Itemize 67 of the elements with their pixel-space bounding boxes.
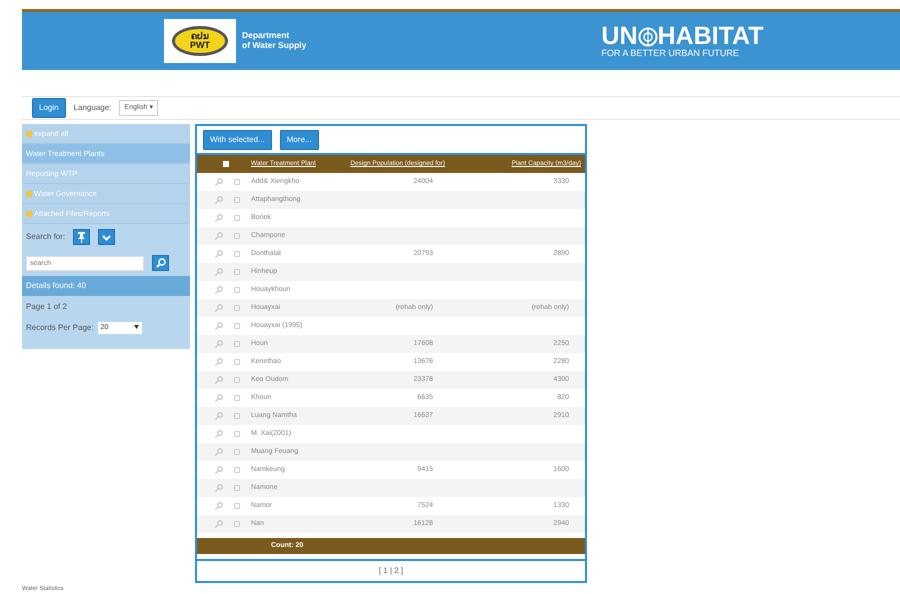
row-checkbox[interactable] <box>234 215 240 221</box>
department-name: Department <box>242 31 290 41</box>
partner-tagline: FOR A BETTER URBAN FUTURE <box>601 49 740 58</box>
magnifier-icon[interactable] <box>215 466 223 474</box>
magnifier-icon[interactable] <box>215 286 223 294</box>
row-checkbox[interactable] <box>234 179 240 185</box>
language-label: Language: <box>74 102 112 114</box>
magnifier-icon[interactable] <box>215 502 223 510</box>
login-button[interactable]: Login <box>32 98 66 118</box>
partner-logo-text: HABITAT <box>658 24 764 49</box>
details-found-text: Details found: 40 <box>22 276 190 296</box>
magnifier-icon[interactable] <box>215 232 223 240</box>
dropdown-button[interactable] <box>98 229 116 245</box>
caret-icon <box>134 324 139 329</box>
row-checkbox[interactable] <box>234 431 240 437</box>
pin-icon <box>77 232 86 242</box>
row-checkbox[interactable] <box>234 413 240 419</box>
row-checkbox[interactable] <box>234 323 240 329</box>
row-checkbox[interactable] <box>234 341 240 347</box>
row-checkbox[interactable] <box>234 467 240 473</box>
search-button[interactable] <box>152 255 169 271</box>
row-checkbox[interactable] <box>234 503 240 509</box>
row-checkbox[interactable] <box>234 449 240 455</box>
search-icon <box>156 258 166 268</box>
records-per-page-label: Records Per Page: <box>26 322 94 334</box>
search-label: Search for: <box>26 231 66 243</box>
magnifier-icon[interactable] <box>215 340 223 348</box>
action-button[interactable]: More... <box>280 130 319 150</box>
row-checkbox[interactable] <box>234 305 240 311</box>
magnifier-icon[interactable] <box>215 304 223 312</box>
row-checkbox[interactable] <box>234 377 240 383</box>
globe-icon <box>638 26 658 46</box>
magnifier-icon[interactable] <box>215 520 223 528</box>
pin-button[interactable] <box>73 229 90 245</box>
magnifier-icon[interactable] <box>215 448 223 456</box>
chevron-down-icon <box>102 232 112 242</box>
magnifier-icon[interactable] <box>215 394 223 402</box>
magnifier-icon[interactable] <box>215 322 223 330</box>
row-checkbox[interactable] <box>234 521 240 527</box>
department-name: of Water Supply <box>242 41 306 51</box>
magnifier-icon[interactable] <box>215 430 223 438</box>
pager-links[interactable]: [ 1 | 2 ] <box>378 565 404 577</box>
row-checkbox[interactable] <box>234 233 240 239</box>
row-checkbox[interactable] <box>234 251 240 257</box>
magnifier-icon[interactable] <box>215 358 223 366</box>
partner-logo-text: UN <box>601 24 638 49</box>
magnifier-icon[interactable] <box>215 412 223 420</box>
page-info: Page 1 of 2 <box>26 302 67 311</box>
expand-icon <box>26 190 32 196</box>
magnifier-icon[interactable] <box>215 214 223 222</box>
row-checkbox[interactable] <box>234 395 240 401</box>
row-checkbox[interactable] <box>234 485 240 491</box>
row-checkbox[interactable] <box>234 287 240 293</box>
magnifier-icon[interactable] <box>215 196 223 204</box>
expand-icon <box>26 130 32 136</box>
select-all-checkbox[interactable] <box>223 161 229 167</box>
magnifier-icon[interactable] <box>215 268 223 276</box>
department-logo: ຄປນ PWT <box>164 19 236 63</box>
row-checkbox[interactable] <box>234 359 240 365</box>
action-button[interactable]: With selected... <box>203 130 272 150</box>
magnifier-icon[interactable] <box>215 376 223 384</box>
expand-icon <box>26 210 32 216</box>
magnifier-icon[interactable] <box>215 250 223 258</box>
row-checkbox[interactable] <box>234 197 240 203</box>
magnifier-icon[interactable] <box>215 484 223 492</box>
magnifier-icon[interactable] <box>215 178 223 186</box>
row-checkbox[interactable] <box>234 269 240 275</box>
